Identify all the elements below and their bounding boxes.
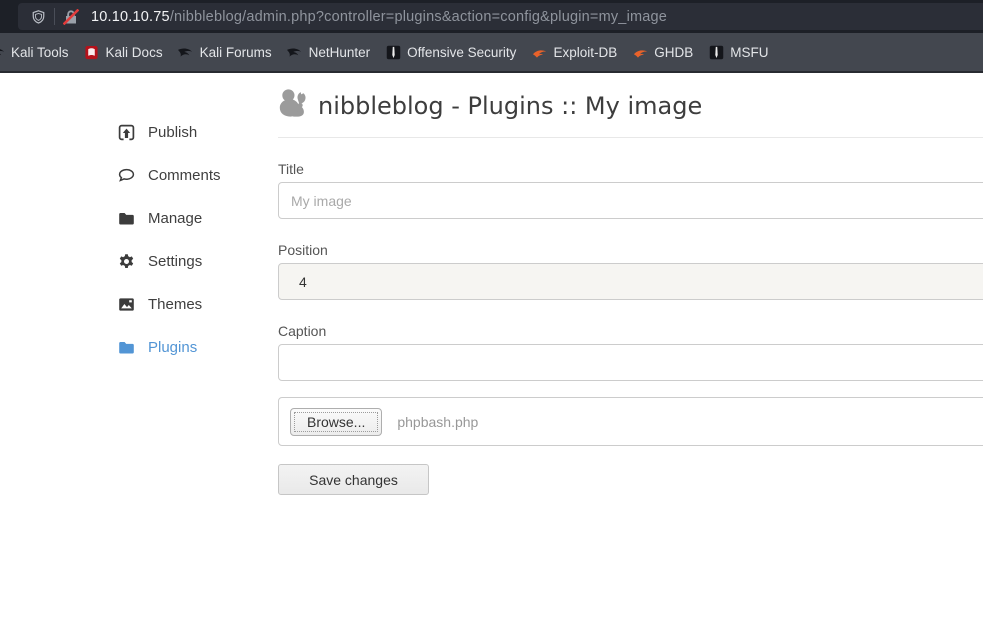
plugin-config-form: Title Position Caption Browse... phpbash…: [278, 161, 983, 495]
browse-button[interactable]: Browse...: [290, 408, 382, 436]
kali-swoosh-icon: [178, 44, 194, 60]
sidebar-item-publish[interactable]: Publish: [118, 111, 278, 154]
comments-icon: [118, 167, 135, 184]
shield-icon[interactable]: [26, 5, 50, 29]
admin-sidebar: Publish Comments Manage Settings Themes …: [0, 73, 278, 495]
bookmark-label: Kali Forums: [200, 45, 272, 60]
bookmark-ghdb[interactable]: GHDB: [632, 44, 693, 60]
browser-toolbar: 10.10.10.75/nibbleblog/admin.php?control…: [0, 0, 983, 33]
bookmark-msfu[interactable]: MSFU: [708, 44, 768, 60]
selected-file-name: phpbash.php: [397, 414, 478, 430]
offsec-dark-badge-icon: [708, 44, 724, 60]
bookmark-exploit-db[interactable]: Exploit-DB: [531, 44, 617, 60]
sidebar-item-label: Manage: [148, 210, 202, 227]
bookmark-label: Offensive Security: [407, 45, 516, 60]
sidebar-item-label: Comments: [148, 167, 221, 184]
title-field-label: Title: [278, 161, 983, 177]
sidebar-item-plugins[interactable]: Plugins: [118, 326, 278, 369]
file-upload-box: Browse... phpbash.php: [278, 397, 983, 446]
folder-icon: [118, 339, 135, 356]
page-header: nibbleblog - Plugins :: My image: [278, 89, 983, 138]
position-input[interactable]: [278, 263, 983, 300]
bookmark-label: GHDB: [654, 45, 693, 60]
bookmark-kali-forums[interactable]: Kali Forums: [178, 44, 272, 60]
url-field[interactable]: 10.10.10.75/nibbleblog/admin.php?control…: [18, 3, 983, 30]
bookmark-label: Kali Docs: [106, 45, 163, 60]
sidebar-item-label: Settings: [148, 253, 202, 270]
title-input[interactable]: [278, 182, 983, 219]
bookmarks-bar: Kali Tools Kali Docs Kali Forums NetHunt…: [0, 33, 983, 73]
url-path: /nibbleblog/admin.php?controller=plugins…: [170, 9, 667, 25]
sidebar-item-label: Plugins: [148, 339, 197, 356]
bookmark-kali-docs[interactable]: Kali Docs: [84, 44, 163, 60]
bookmark-offensive-security[interactable]: Offensive Security: [385, 44, 516, 60]
urlbar-separator: [54, 8, 55, 25]
orange-bird-icon: [531, 44, 547, 60]
folder-icon: [118, 210, 135, 227]
sidebar-item-label: Publish: [148, 124, 197, 141]
orange-bird-icon: [632, 44, 648, 60]
sidebar-item-label: Themes: [148, 296, 202, 313]
publish-icon: [118, 124, 135, 141]
page-content: Publish Comments Manage Settings Themes …: [0, 73, 983, 495]
bookmark-label: NetHunter: [309, 45, 371, 60]
kali-swoosh-icon: [287, 44, 303, 60]
position-field-label: Position: [278, 242, 983, 258]
main-panel: nibbleblog - Plugins :: My image Title P…: [278, 73, 983, 495]
sidebar-item-comments[interactable]: Comments: [118, 154, 278, 197]
sidebar-item-themes[interactable]: Themes: [118, 283, 278, 326]
image-icon: [118, 296, 135, 313]
sidebar-item-settings[interactable]: Settings: [118, 240, 278, 283]
kali-swoosh-icon: [0, 44, 5, 60]
page-title: nibbleblog - Plugins :: My image: [318, 92, 702, 120]
caption-input[interactable]: [278, 344, 983, 381]
bookmark-label: MSFU: [730, 45, 768, 60]
bookmark-label: Kali Tools: [11, 45, 69, 60]
insecure-lock-icon[interactable]: [59, 5, 83, 29]
gear-icon: [118, 253, 135, 270]
url-text[interactable]: 10.10.10.75/nibbleblog/admin.php?control…: [91, 9, 667, 25]
offsec-dark-badge-icon: [385, 44, 401, 60]
save-changes-button[interactable]: Save changes: [278, 464, 429, 495]
nibbleblog-squirrel-logo-icon: [278, 89, 308, 123]
sidebar-item-manage[interactable]: Manage: [118, 197, 278, 240]
bookmark-label: Exploit-DB: [553, 45, 617, 60]
caption-field-label: Caption: [278, 323, 983, 339]
bookmark-kali-tools[interactable]: Kali Tools: [2, 44, 69, 60]
url-host: 10.10.10.75: [91, 9, 170, 25]
kali-docs-red-book-icon: [84, 44, 100, 60]
bookmark-nethunter[interactable]: NetHunter: [287, 44, 371, 60]
